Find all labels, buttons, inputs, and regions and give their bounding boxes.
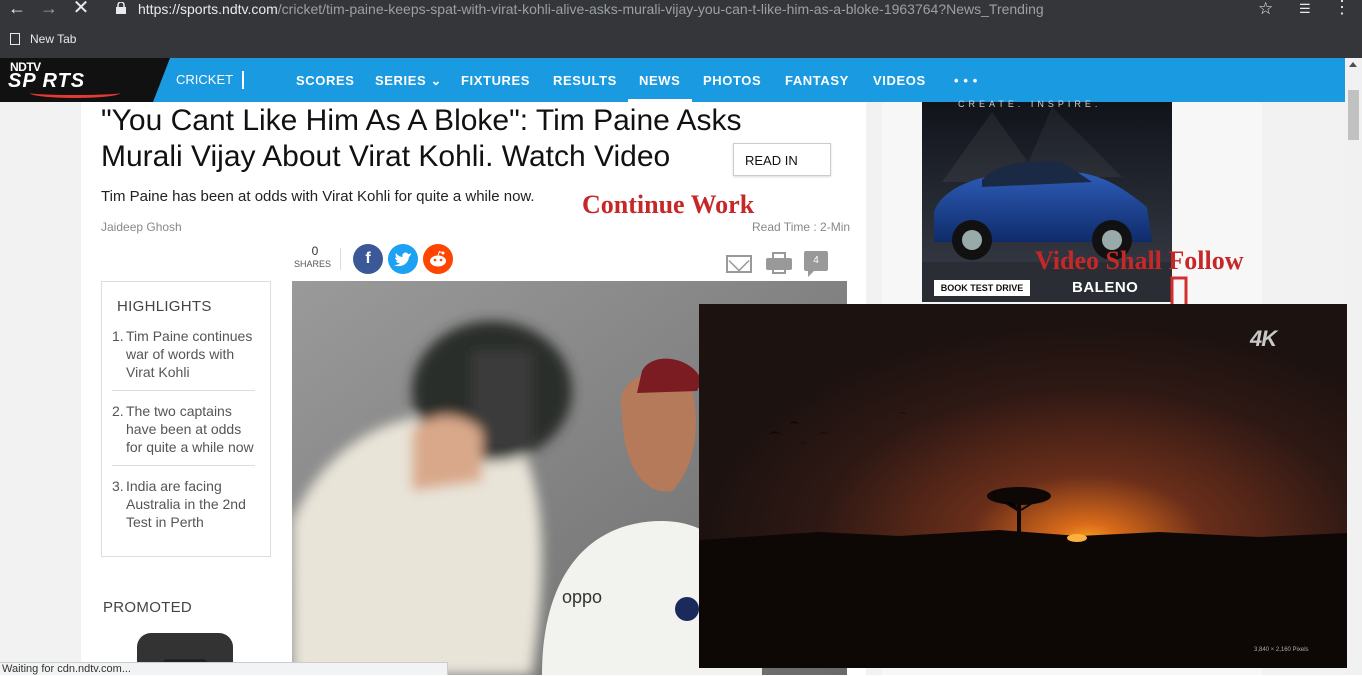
nav-news[interactable]: NEWS <box>639 73 680 88</box>
print-icon[interactable] <box>766 252 792 274</box>
highlight-divider <box>112 465 255 466</box>
author-name[interactable]: Jaideep Ghosh <box>101 220 182 234</box>
stop-loading-icon[interactable]: ✕ <box>72 0 90 18</box>
section-cricket[interactable]: CRICKET <box>176 72 233 87</box>
browser-status-bar: Waiting for cdn.ndtv.com... <box>0 662 448 675</box>
nav-more[interactable]: • • • <box>954 73 978 88</box>
shares-label: SHARES <box>294 259 332 269</box>
nav-videos[interactable]: VIDEOS <box>873 73 926 88</box>
book-test-drive-button[interactable]: BOOK TEST DRIVE <box>934 280 1030 296</box>
ad-tagline: CREATE. INSPIRE. <box>958 99 1102 109</box>
browser-menu-icon[interactable]: ⋮ <box>1333 0 1351 16</box>
chevron-down-icon: ⌄ <box>430 73 443 88</box>
logo-swoosh <box>30 88 120 98</box>
highlight-divider <box>112 390 255 391</box>
lock-icon <box>116 2 126 14</box>
back-arrow-icon[interactable]: ← <box>8 0 26 18</box>
article-summary: Tim Paine has been at odds with Virat Ko… <box>101 188 535 205</box>
bookmarks-bar: New Tab <box>0 28 1362 52</box>
facebook-icon[interactable]: f <box>353 244 383 274</box>
jersey-sponsor: oppo <box>562 587 602 607</box>
highlight-number: 2. <box>112 403 124 419</box>
scrollbar-track[interactable] <box>1345 58 1362 675</box>
email-share-icon[interactable] <box>726 255 752 273</box>
forward-arrow-icon[interactable]: → <box>40 0 58 18</box>
bookmark-star-icon[interactable]: ☆ <box>1258 0 1273 19</box>
comments-icon[interactable]: 4 <box>804 251 828 277</box>
share-divider <box>340 248 341 270</box>
highlight-text: India are facing Australia in the 2nd Te… <box>126 478 246 530</box>
nav-separator <box>242 71 244 89</box>
article-headline: "You Cant Like Him As A Bloke": Tim Pain… <box>101 104 742 173</box>
nav-fantasy[interactable]: FANTASY <box>785 73 849 88</box>
url-text[interactable]: https://sports.ndtv.com/cricket/tim-pain… <box>138 1 1044 17</box>
nav-fixtures[interactable]: FIXTURES <box>461 73 530 88</box>
highlights-title: HIGHLIGHTS <box>117 298 212 315</box>
scrollbar-thumb[interactable] <box>1348 90 1359 140</box>
video-follow-annotation: Video Shall Follow <box>1035 246 1244 275</box>
nav-series[interactable]: SERIES ⌄ <box>375 73 442 89</box>
shares-count: 0 <box>311 244 319 258</box>
extension-icon[interactable]: ☰ <box>1299 1 1311 17</box>
highlight-number: 1. <box>112 328 124 344</box>
url-host: https://sports.ndtv.com <box>138 1 278 17</box>
print-body <box>766 258 792 270</box>
nav-scores[interactable]: SCORES <box>296 73 355 88</box>
bookmark-label: New Tab <box>30 32 77 46</box>
highlight-text: Tim Paine continues war of words with Vi… <box>126 328 253 380</box>
highlight-text: The two captains have been at odds for q… <box>126 403 254 455</box>
highlight-item: 3. India are facing Australia in the 2nd … <box>112 477 256 531</box>
address-bar[interactable]: ← → ✕ https://sports.ndtv.com/cricket/ti… <box>0 0 1362 20</box>
read-time: Read Time : 2-Min <box>752 220 851 234</box>
highlight-item: 2. The two captains have been at odds for… <box>112 402 256 456</box>
promoted-label: PROMOTED <box>103 599 193 616</box>
nav-results[interactable]: RESULTS <box>553 73 617 88</box>
bookmark-new-tab[interactable]: New Tab <box>10 32 76 46</box>
video-player[interactable] <box>699 304 1347 668</box>
nav-photos[interactable]: PHOTOS <box>703 73 761 88</box>
read-in-button[interactable]: READ IN <box>733 143 831 176</box>
highlight-number: 3. <box>112 478 124 494</box>
continue-work-annotation: Continue Work <box>582 190 755 219</box>
nav-series-label: SERIES <box>375 73 427 88</box>
video-resolution-label: 3,840 × 2,160 Pixels <box>1254 647 1309 653</box>
highlight-item: 1. Tim Paine continues war of words with … <box>112 327 256 381</box>
video-4k-badge: 4K <box>1250 326 1277 351</box>
twitter-icon[interactable] <box>388 244 418 274</box>
sunset-video-frame <box>699 304 1347 668</box>
scroll-up-arrow-icon[interactable] <box>1349 62 1357 67</box>
reddit-icon[interactable] <box>423 244 453 274</box>
url-path: /cricket/tim-paine-keeps-spat-with-virat… <box>277 1 1044 17</box>
page-icon <box>10 33 20 45</box>
ad-brand: BALENO <box>1072 279 1139 296</box>
